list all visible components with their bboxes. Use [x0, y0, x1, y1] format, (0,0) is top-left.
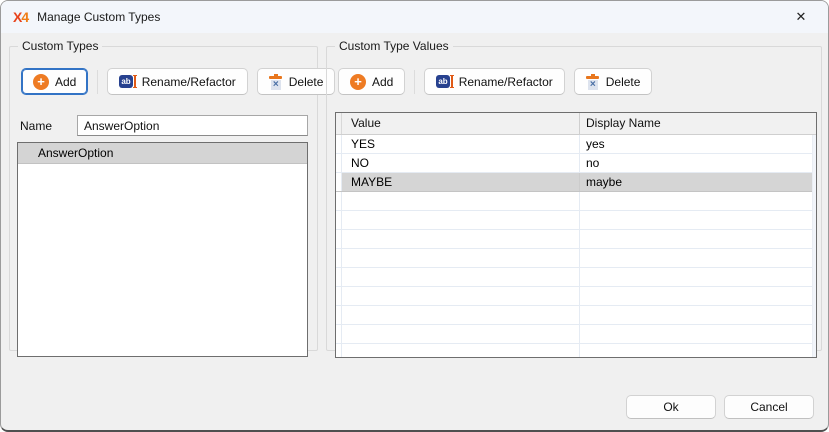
custom-types-legend: Custom Types	[18, 39, 102, 53]
custom-type-values-group: Custom Type Values + Add ab Rename/Refac…	[326, 39, 822, 351]
table-row-empty	[336, 192, 816, 211]
values-table: Value Display Name YES yes NO no MAYBE m…	[335, 112, 817, 358]
delete-value-label: Delete	[606, 75, 641, 89]
delete-icon: ×	[269, 74, 283, 90]
rename-icon: ab	[119, 75, 135, 88]
table-scrollbar[interactable]	[812, 135, 816, 357]
column-header-display-name[interactable]: Display Name	[580, 113, 816, 134]
add-type-button[interactable]: + Add	[21, 68, 88, 95]
cell-display-name[interactable]: maybe	[580, 173, 816, 191]
rename-value-button[interactable]: ab Rename/Refactor	[424, 68, 564, 95]
delete-type-button[interactable]: × Delete	[257, 68, 336, 95]
name-label: Name	[20, 119, 52, 133]
delete-icon: ×	[586, 74, 600, 90]
ok-button[interactable]: Ok	[626, 395, 716, 419]
table-row-empty	[336, 268, 816, 287]
table-row[interactable]: YES yes	[336, 135, 816, 154]
table-row-empty	[336, 325, 816, 344]
table-row-empty	[336, 287, 816, 306]
table-row[interactable]: NO no	[336, 154, 816, 173]
rename-icon: ab	[436, 75, 452, 88]
custom-types-group: Custom Types + Add ab Rename/Refactor × …	[9, 39, 318, 351]
screenshot: X4 Manage Custom Types ✕ Custom Types + …	[0, 0, 829, 432]
toolbar-separator	[414, 70, 415, 94]
list-item[interactable]: AnswerOption	[18, 143, 307, 164]
table-row-empty	[336, 211, 816, 230]
rename-value-label: Rename/Refactor	[459, 75, 553, 89]
add-value-button[interactable]: + Add	[338, 68, 405, 95]
values-table-empty-rows	[336, 192, 816, 358]
cell-value[interactable]: YES	[342, 135, 580, 153]
add-value-label: Add	[372, 75, 393, 89]
cell-value[interactable]: NO	[342, 154, 580, 172]
cell-display-name[interactable]: no	[580, 154, 816, 172]
add-icon: +	[350, 74, 366, 90]
title-bar: X4 Manage Custom Types ✕	[1, 1, 828, 33]
delete-value-button[interactable]: × Delete	[574, 68, 653, 95]
add-type-label: Add	[55, 75, 76, 89]
type-name-input[interactable]	[77, 115, 308, 136]
add-icon: +	[33, 74, 49, 90]
delete-type-label: Delete	[289, 75, 324, 89]
custom-type-values-legend: Custom Type Values	[335, 39, 453, 53]
x4-logo: X4	[13, 9, 28, 25]
table-row-selected[interactable]: MAYBE maybe	[336, 173, 816, 192]
table-row-empty	[336, 344, 816, 358]
close-icon[interactable]: ✕	[786, 4, 816, 30]
table-row-empty	[336, 230, 816, 249]
custom-types-list[interactable]: AnswerOption	[17, 142, 308, 357]
column-header-value[interactable]: Value	[342, 113, 580, 134]
table-row-empty	[336, 306, 816, 325]
rename-type-label: Rename/Refactor	[142, 75, 236, 89]
values-table-header: Value Display Name	[336, 113, 816, 135]
table-row-empty	[336, 249, 816, 268]
cell-value[interactable]: MAYBE	[342, 173, 580, 191]
custom-type-values-toolbar: + Add ab Rename/Refactor × Delete	[338, 68, 652, 95]
window-title: Manage Custom Types	[37, 10, 160, 24]
dialog-manage-custom-types: X4 Manage Custom Types ✕ Custom Types + …	[0, 0, 829, 432]
rename-type-button[interactable]: ab Rename/Refactor	[107, 68, 247, 95]
cancel-button[interactable]: Cancel	[724, 395, 814, 419]
custom-types-toolbar: + Add ab Rename/Refactor × Delete	[21, 68, 335, 95]
cell-display-name[interactable]: yes	[580, 135, 816, 153]
toolbar-separator	[97, 70, 98, 94]
